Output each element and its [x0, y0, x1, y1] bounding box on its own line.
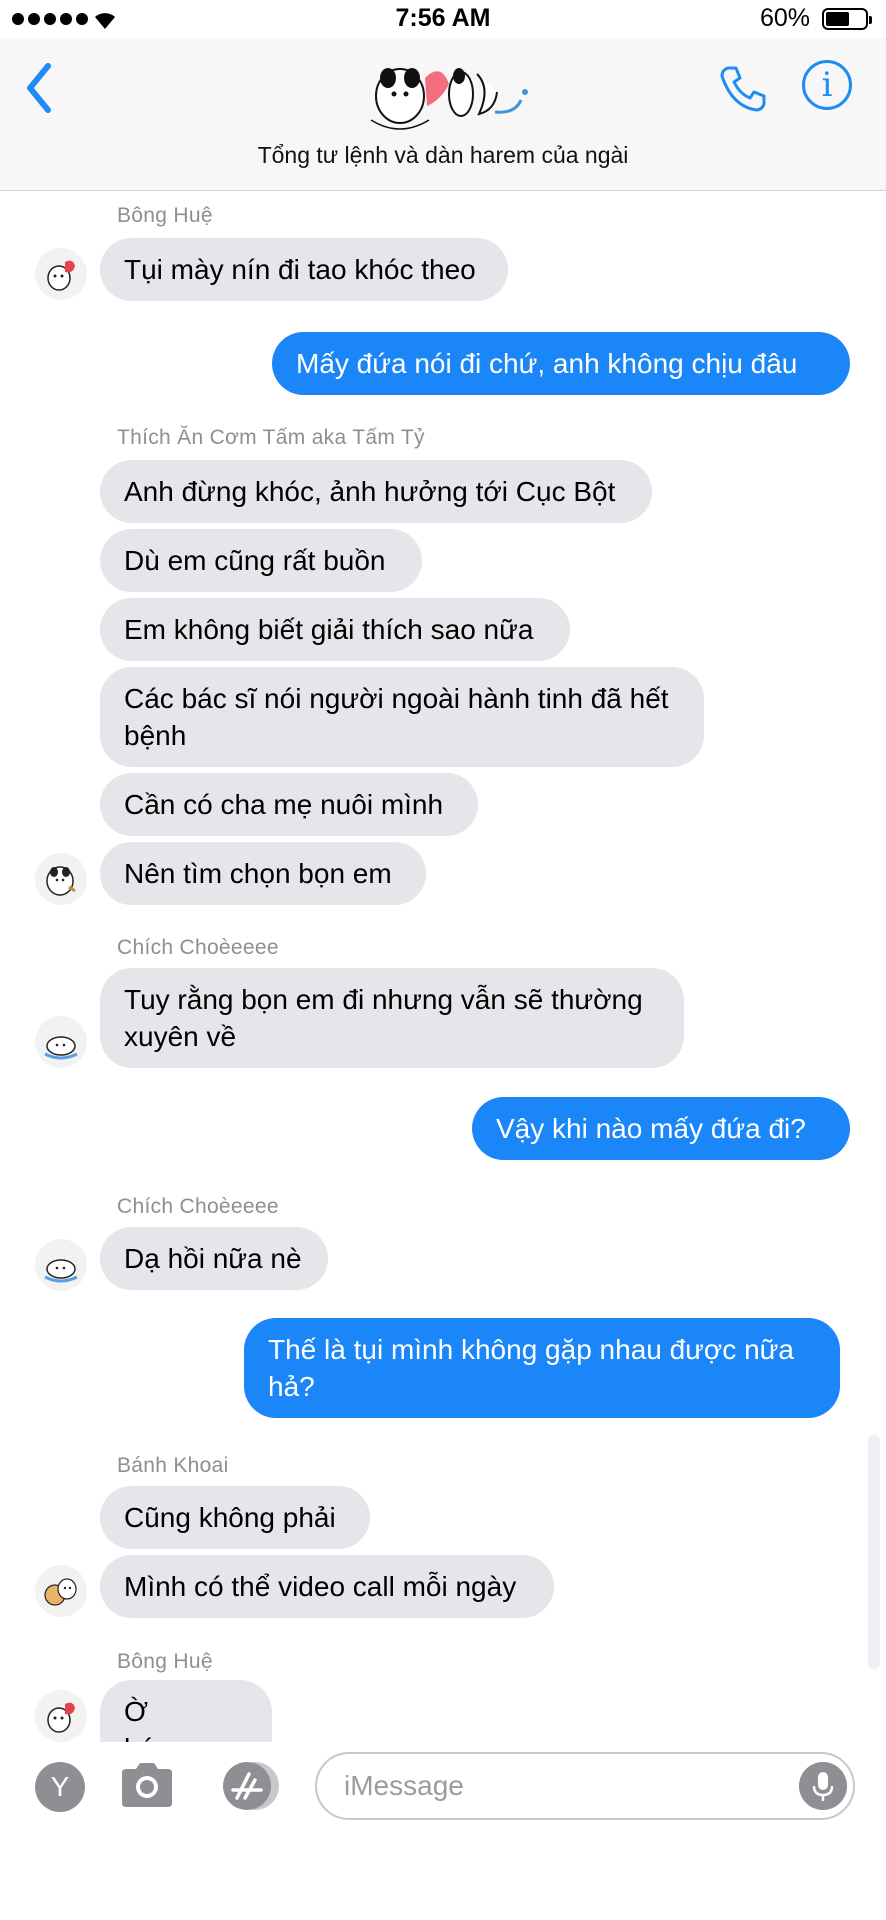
message-bubble[interactable]: Anh đừng khóc, ảnh hưởng tới Cục Bột [100, 460, 652, 523]
app-store-icon[interactable] [215, 1760, 285, 1812]
imessage-input[interactable]: iMessage [315, 1752, 855, 1820]
message-bubble[interactable]: Mình có thể video call mỗi ngày [100, 1555, 554, 1618]
message-bubble[interactable]: Tuy rằng bọn em đi nhưng vẫn sẽ thường x… [100, 968, 684, 1068]
avatar[interactable] [35, 1565, 87, 1617]
input-placeholder: iMessage [344, 1770, 464, 1801]
microphone-icon[interactable] [799, 1762, 847, 1810]
sender-name: Bông Huệ [117, 1650, 213, 1673]
message-bubble[interactable]: Cũng không phải [100, 1486, 370, 1549]
message-bubble[interactable]: Dạ hồi nữa nè [100, 1227, 328, 1290]
message-bubble[interactable]: Thế là tụi mình không gặp nhau được nữa … [244, 1318, 840, 1418]
message-bubble[interactable]: Vậy khi nào mấy đứa đi? [472, 1097, 850, 1160]
message-bubble[interactable]: Nên tìm chọn bọn em [100, 842, 426, 905]
sender-name: Thích Ăn Cơm Tấm aka Tấm Tỷ [117, 426, 425, 449]
status-bar: 7:56 AM 60% [0, 0, 886, 38]
info-icon[interactable]: i [802, 60, 852, 110]
conversation-header: i Tổng tư lệnh và dàn harem của ngài [0, 38, 886, 191]
sender-name: Bánh Khoai [117, 1454, 229, 1477]
sender-name: Chích Choèeeee [117, 936, 279, 959]
sender-name: Chích Choèeeee [117, 1195, 279, 1218]
avatar[interactable] [35, 1016, 87, 1068]
battery-icon [822, 8, 872, 30]
composer-bar: Y iMessage [0, 1742, 886, 1920]
apps-button[interactable]: Y [35, 1762, 85, 1812]
scroll-indicator[interactable] [868, 1435, 880, 1669]
avatar[interactable] [35, 1239, 87, 1291]
message-bubble[interactable]: Tụi mày nín đi tao khóc theo [100, 238, 508, 301]
message-bubble[interactable]: Dù em cũng rất buồn [100, 529, 422, 592]
group-name[interactable]: Tổng tư lệnh và dàn harem của ngài [0, 142, 886, 169]
camera-icon[interactable] [118, 1759, 176, 1809]
message-bubble[interactable]: Cần có cha mẹ nuôi mình [100, 773, 478, 836]
avatar[interactable] [35, 853, 87, 905]
avatar[interactable] [35, 248, 87, 300]
message-bubble[interactable]: Các bác sĩ nói người ngoài hành tinh đã … [100, 667, 704, 767]
sender-name: Bông Huệ [117, 204, 213, 227]
message-bubble[interactable]: Mấy đứa nói đi chứ, anh không chịu đâu [272, 332, 850, 395]
message-bubble[interactable]: Em không biết giải thích sao nữa [100, 598, 570, 661]
message-thread[interactable]: Bông Huệ Tụi mày nín đi tao khóc theo Mấ… [0, 190, 886, 1742]
status-time: 7:56 AM [395, 4, 491, 32]
avatar[interactable] [35, 1690, 87, 1742]
back-chevron-icon[interactable] [20, 58, 60, 118]
battery-percentage: 60% [759, 4, 810, 32]
group-avatar[interactable] [345, 48, 545, 148]
message-bubble[interactable]: Ờ háaaaa [100, 1680, 272, 1742]
phone-call-icon[interactable] [718, 62, 770, 114]
